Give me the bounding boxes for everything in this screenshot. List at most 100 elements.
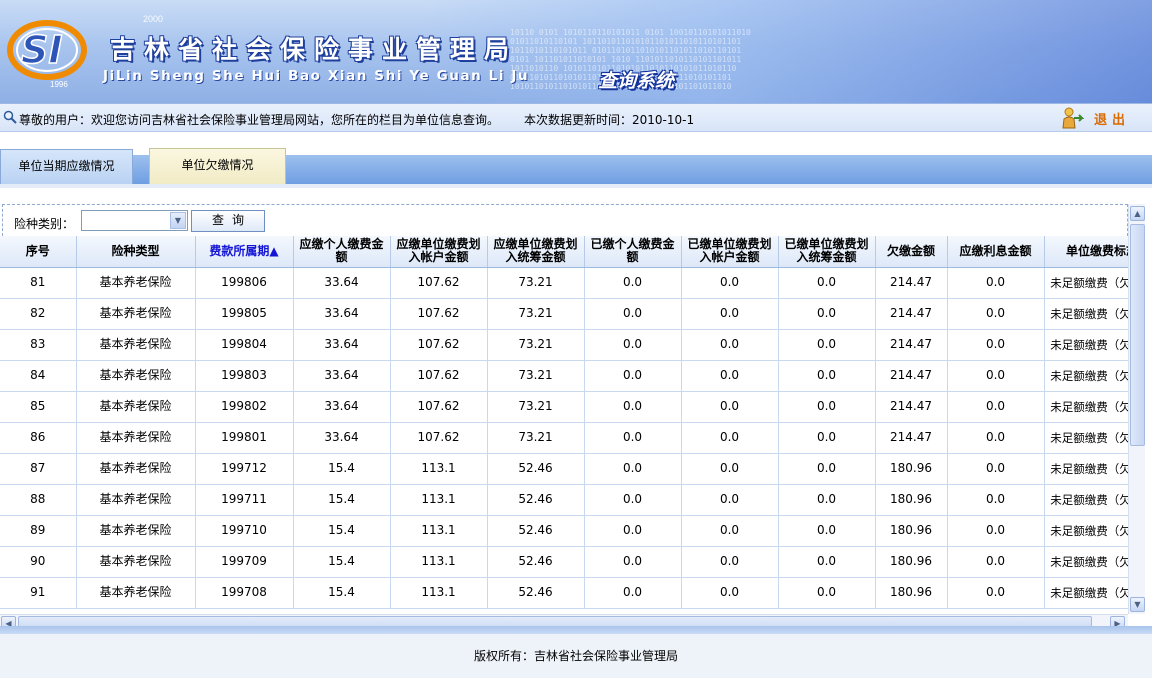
cell-flag: 未足额缴费（欠缴） bbox=[1044, 422, 1128, 454]
cell-interest: 0.0 bbox=[947, 267, 1045, 299]
tab-current-payment[interactable]: 单位当期应缴情况 bbox=[0, 149, 133, 184]
tab-strip: 单位当期应缴情况 单位欠缴情况 bbox=[0, 132, 1152, 184]
cell-paid-personal: 0.0 bbox=[584, 422, 682, 454]
table-row: 86 基本养老保险 199801 33.64 107.62 73.21 0.0 0.0 0.0 2… bbox=[0, 422, 1128, 454]
cell-due-personal: 33.64 bbox=[293, 329, 391, 361]
cell-paid-unit-pool: 0.0 bbox=[778, 360, 876, 392]
cell-arrears: 180.96 bbox=[875, 484, 948, 516]
cell-index: 88 bbox=[0, 484, 77, 516]
logo-text: SI bbox=[21, 28, 63, 72]
vertical-scroll-thumb[interactable] bbox=[1130, 224, 1145, 446]
cell-interest: 0.0 bbox=[947, 422, 1045, 454]
col-header-period[interactable]: 费款所属期▲ bbox=[195, 236, 294, 268]
cell-flag: 未足额缴费（欠缴） bbox=[1044, 267, 1128, 299]
cell-insurance-type: 基本养老保险 bbox=[76, 298, 196, 330]
cell-due-unit-account: 113.1 bbox=[390, 546, 488, 578]
cell-period: 199802 bbox=[195, 391, 294, 423]
cell-flag: 未足额缴费（欠缴） bbox=[1044, 391, 1128, 423]
cell-index: 87 bbox=[0, 453, 77, 485]
cell-due-personal: 33.64 bbox=[293, 298, 391, 330]
cell-insurance-type: 基本养老保险 bbox=[76, 577, 196, 609]
cell-paid-personal: 0.0 bbox=[584, 515, 682, 547]
cell-paid-unit-pool: 0.0 bbox=[778, 515, 876, 547]
col-header-paid-unit-account: 已缴单位缴费划入帐户金额 bbox=[681, 236, 779, 268]
cell-due-unit-pool: 52.46 bbox=[487, 453, 585, 485]
cell-paid-unit-pool: 0.0 bbox=[778, 546, 876, 578]
cell-insurance-type: 基本养老保险 bbox=[76, 422, 196, 454]
data-grid: 序号 险种类型 费款所属期▲ 应缴个人缴费金额 应缴单位缴费划入帐户金额 应缴单… bbox=[0, 236, 1128, 614]
cell-arrears: 214.47 bbox=[875, 267, 948, 299]
cell-due-unit-account: 107.62 bbox=[390, 267, 488, 299]
col-header-due-unit-pool: 应缴单位缴费划入统筹金额 bbox=[487, 236, 585, 268]
table-row: 89 基本养老保险 199710 15.4 113.1 52.46 0.0 0.0 0.0 180… bbox=[0, 515, 1128, 547]
table-row: 84 基本养老保险 199803 33.64 107.62 73.21 0.0 0.0 0.0 2… bbox=[0, 360, 1128, 392]
table-row: 91 基本养老保险 199708 15.4 113.1 52.46 0.0 0.0 0.0 180… bbox=[0, 577, 1128, 609]
data-update-time: 本次数据更新时间：2010-10-1 bbox=[524, 113, 695, 127]
scroll-up-icon[interactable]: ▲ bbox=[1130, 206, 1145, 221]
cell-paid-unit-account: 0.0 bbox=[681, 515, 779, 547]
cell-due-unit-pool: 73.21 bbox=[487, 391, 585, 423]
cell-paid-personal: 0.0 bbox=[584, 391, 682, 423]
cell-paid-unit-pool: 0.0 bbox=[778, 267, 876, 299]
logout-label: 退出 bbox=[1094, 112, 1131, 128]
cell-due-personal: 15.4 bbox=[293, 453, 391, 485]
cell-paid-unit-pool: 0.0 bbox=[778, 391, 876, 423]
col-header-interest: 应缴利息金额 bbox=[947, 236, 1045, 268]
footer-bar bbox=[0, 626, 1152, 634]
tab-arrears[interactable]: 单位欠缴情况 bbox=[149, 148, 286, 184]
cell-due-personal: 33.64 bbox=[293, 422, 391, 454]
cell-insurance-type: 基本养老保险 bbox=[76, 515, 196, 547]
cell-arrears: 214.47 bbox=[875, 329, 948, 361]
cell-period: 199804 bbox=[195, 329, 294, 361]
cell-insurance-type: 基本养老保险 bbox=[76, 453, 196, 485]
cell-interest: 0.0 bbox=[947, 515, 1045, 547]
cell-arrears: 214.47 bbox=[875, 391, 948, 423]
cell-period: 199806 bbox=[195, 267, 294, 299]
cell-due-unit-account: 107.62 bbox=[390, 329, 488, 361]
year-bottom: 1996 bbox=[50, 80, 68, 89]
cell-paid-unit-pool: 0.0 bbox=[778, 329, 876, 361]
welcome-message: 尊敬的用户：欢迎您访问吉林省社会保险事业管理局网站，您所在的栏目为单位信息查询。 bbox=[19, 113, 500, 127]
cell-due-unit-pool: 73.21 bbox=[487, 298, 585, 330]
scroll-down-icon[interactable]: ▼ bbox=[1130, 597, 1145, 612]
cell-due-personal: 15.4 bbox=[293, 515, 391, 547]
content-panel: 险种类别： ▼ 查询 序号 险种类型 费款所属期▲ 应缴个人缴费金额 应缴单位缴… bbox=[0, 184, 1152, 638]
cell-due-unit-pool: 52.46 bbox=[487, 546, 585, 578]
cell-due-unit-account: 107.62 bbox=[390, 391, 488, 423]
col-header-index: 序号 bbox=[0, 236, 77, 268]
col-header-paid-personal: 已缴个人缴费金额 bbox=[584, 236, 682, 268]
cell-due-unit-account: 107.62 bbox=[390, 422, 488, 454]
cell-period: 199709 bbox=[195, 546, 294, 578]
chevron-down-icon[interactable]: ▼ bbox=[170, 212, 186, 229]
cell-paid-unit-account: 0.0 bbox=[681, 267, 779, 299]
copyright-text: 版权所有：吉林省社会保险事业管理局 bbox=[473, 649, 678, 663]
cell-arrears: 180.96 bbox=[875, 515, 948, 547]
table-row: 81 基本养老保险 199806 33.64 107.62 73.21 0.0 0.0 0.0 2… bbox=[0, 267, 1128, 299]
cell-insurance-type: 基本养老保险 bbox=[76, 391, 196, 423]
cell-period: 199710 bbox=[195, 515, 294, 547]
cell-paid-unit-account: 0.0 bbox=[681, 329, 779, 361]
cell-insurance-type: 基本养老保险 bbox=[76, 267, 196, 299]
cell-flag: 未足额缴费（欠缴） bbox=[1044, 515, 1128, 547]
cell-period: 199712 bbox=[195, 453, 294, 485]
cell-paid-unit-account: 0.0 bbox=[681, 391, 779, 423]
cell-arrears: 214.47 bbox=[875, 298, 948, 330]
cell-index: 85 bbox=[0, 391, 77, 423]
vertical-scrollbar[interactable]: ▲ ▼ bbox=[1128, 204, 1145, 614]
cell-paid-unit-account: 0.0 bbox=[681, 453, 779, 485]
banner-binary-decoration: 10110 0101 1010110110101011 0101 1001011… bbox=[510, 28, 751, 91]
cell-paid-personal: 0.0 bbox=[584, 546, 682, 578]
year-top: 2000 bbox=[143, 14, 164, 24]
table-row: 82 基本养老保险 199805 33.64 107.62 73.21 0.0 0.0 0.0 2… bbox=[0, 298, 1128, 330]
cell-paid-unit-pool: 0.0 bbox=[778, 453, 876, 485]
cell-interest: 0.0 bbox=[947, 298, 1045, 330]
site-title: 吉林省社会保险事业管理局 bbox=[110, 35, 519, 64]
cell-paid-personal: 0.0 bbox=[584, 267, 682, 299]
query-button[interactable]: 查询 bbox=[191, 210, 265, 232]
cell-paid-personal: 0.0 bbox=[584, 453, 682, 485]
cell-paid-personal: 0.0 bbox=[584, 360, 682, 392]
logout-button[interactable]: 退出 bbox=[1060, 107, 1130, 129]
cell-period: 199801 bbox=[195, 422, 294, 454]
insurance-type-select[interactable]: ▼ bbox=[81, 210, 188, 231]
cell-due-unit-account: 113.1 bbox=[390, 515, 488, 547]
